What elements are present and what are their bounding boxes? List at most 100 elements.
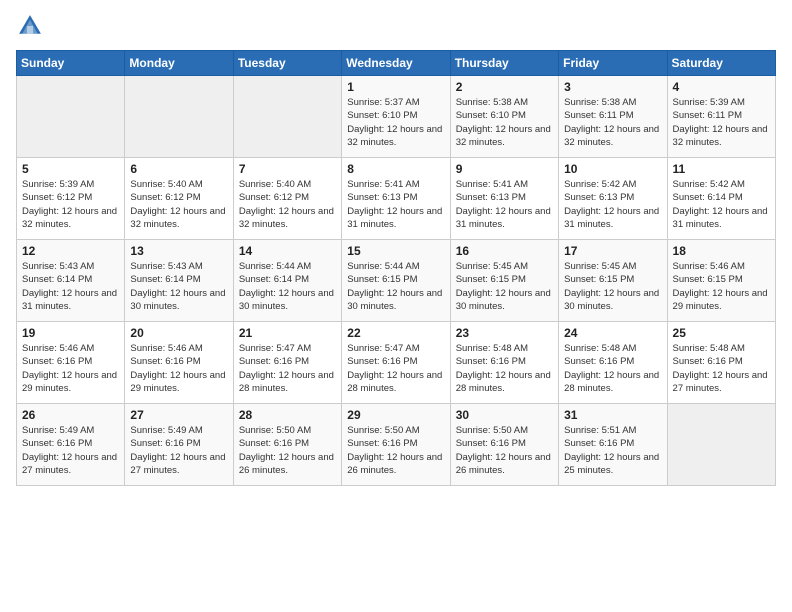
day-number: 31	[564, 408, 661, 422]
day-number: 2	[456, 80, 553, 94]
day-info: Sunrise: 5:45 AM Sunset: 6:15 PM Dayligh…	[564, 260, 661, 313]
day-cell: 21Sunrise: 5:47 AM Sunset: 6:16 PM Dayli…	[233, 322, 341, 404]
week-row-1: 5 Sunrise: 5:39 AM Sunset: 6:12 PM Daylig…	[17, 158, 776, 240]
day-cell: 4 Sunrise: 5:39 AM Sunset: 6:11 PM Daylig…	[667, 76, 775, 158]
header-row: SundayMondayTuesdayWednesdayThursdayFrid…	[17, 51, 776, 76]
day-cell: 25 Sunrise: 5:48 AM Sunset: 6:16 PM Dayli…	[667, 322, 775, 404]
week-row-0: 1 Sunrise: 5:37 AM Sunset: 6:10 PM Daylig…	[17, 76, 776, 158]
day-info: Sunrise: 5:48 AM Sunset: 6:16 PM Dayligh…	[456, 342, 553, 395]
day-number: 25	[673, 326, 770, 340]
day-number: 21	[239, 326, 336, 340]
day-info: Sunrise: 5:44 AM Sunset: 6:15 PM Dayligh…	[347, 260, 444, 313]
day-cell: 9Sunrise: 5:41 AM Sunset: 6:13 PM Daylig…	[450, 158, 558, 240]
day-number: 4	[673, 80, 770, 94]
day-number: 1	[347, 80, 444, 94]
day-info: Sunrise: 5:39 AM Sunset: 6:11 PM Dayligh…	[673, 96, 770, 149]
day-number: 22	[347, 326, 444, 340]
day-cell: 14Sunrise: 5:44 AM Sunset: 6:14 PM Dayli…	[233, 240, 341, 322]
day-cell: 19Sunrise: 5:46 AM Sunset: 6:16 PM Dayli…	[17, 322, 125, 404]
day-number: 5	[22, 162, 119, 176]
day-info: Sunrise: 5:47 AM Sunset: 6:16 PM Dayligh…	[347, 342, 444, 395]
day-info: Sunrise: 5:38 AM Sunset: 6:10 PM Dayligh…	[456, 96, 553, 149]
day-number: 11	[673, 162, 770, 176]
day-info: Sunrise: 5:50 AM Sunset: 6:16 PM Dayligh…	[239, 424, 336, 477]
day-info: Sunrise: 5:51 AM Sunset: 6:16 PM Dayligh…	[564, 424, 661, 477]
week-row-3: 19Sunrise: 5:46 AM Sunset: 6:16 PM Dayli…	[17, 322, 776, 404]
day-info: Sunrise: 5:45 AM Sunset: 6:15 PM Dayligh…	[456, 260, 553, 313]
day-number: 3	[564, 80, 661, 94]
day-info: Sunrise: 5:43 AM Sunset: 6:14 PM Dayligh…	[22, 260, 119, 313]
day-cell: 15 Sunrise: 5:44 AM Sunset: 6:15 PM Dayli…	[342, 240, 450, 322]
day-cell: 22 Sunrise: 5:47 AM Sunset: 6:16 PM Dayli…	[342, 322, 450, 404]
day-number: 26	[22, 408, 119, 422]
day-cell: 20 Sunrise: 5:46 AM Sunset: 6:16 PM Dayli…	[125, 322, 233, 404]
day-info: Sunrise: 5:44 AM Sunset: 6:14 PM Dayligh…	[239, 260, 336, 313]
day-number: 17	[564, 244, 661, 258]
header-cell-wednesday: Wednesday	[342, 51, 450, 76]
header-cell-tuesday: Tuesday	[233, 51, 341, 76]
day-info: Sunrise: 5:38 AM Sunset: 6:11 PM Dayligh…	[564, 96, 661, 149]
day-cell: 29 Sunrise: 5:50 AM Sunset: 6:16 PM Dayli…	[342, 404, 450, 486]
day-cell: 10 Sunrise: 5:42 AM Sunset: 6:13 PM Dayli…	[559, 158, 667, 240]
day-cell	[233, 76, 341, 158]
week-row-2: 12 Sunrise: 5:43 AM Sunset: 6:14 PM Dayli…	[17, 240, 776, 322]
day-number: 24	[564, 326, 661, 340]
day-info: Sunrise: 5:40 AM Sunset: 6:12 PM Dayligh…	[130, 178, 227, 231]
day-cell: 1 Sunrise: 5:37 AM Sunset: 6:10 PM Daylig…	[342, 76, 450, 158]
header	[16, 12, 776, 40]
day-cell: 13 Sunrise: 5:43 AM Sunset: 6:14 PM Dayli…	[125, 240, 233, 322]
day-number: 27	[130, 408, 227, 422]
day-number: 30	[456, 408, 553, 422]
header-cell-thursday: Thursday	[450, 51, 558, 76]
day-info: Sunrise: 5:42 AM Sunset: 6:14 PM Dayligh…	[673, 178, 770, 231]
day-cell	[17, 76, 125, 158]
day-info: Sunrise: 5:46 AM Sunset: 6:16 PM Dayligh…	[22, 342, 119, 395]
day-info: Sunrise: 5:48 AM Sunset: 6:16 PM Dayligh…	[673, 342, 770, 395]
header-cell-monday: Monday	[125, 51, 233, 76]
day-cell: 17 Sunrise: 5:45 AM Sunset: 6:15 PM Dayli…	[559, 240, 667, 322]
day-info: Sunrise: 5:42 AM Sunset: 6:13 PM Dayligh…	[564, 178, 661, 231]
day-info: Sunrise: 5:49 AM Sunset: 6:16 PM Dayligh…	[130, 424, 227, 477]
day-cell: 24Sunrise: 5:48 AM Sunset: 6:16 PM Dayli…	[559, 322, 667, 404]
day-number: 20	[130, 326, 227, 340]
day-number: 10	[564, 162, 661, 176]
day-number: 15	[347, 244, 444, 258]
day-cell: 11 Sunrise: 5:42 AM Sunset: 6:14 PM Dayli…	[667, 158, 775, 240]
day-info: Sunrise: 5:49 AM Sunset: 6:16 PM Dayligh…	[22, 424, 119, 477]
day-cell: 28 Sunrise: 5:50 AM Sunset: 6:16 PM Dayli…	[233, 404, 341, 486]
day-info: Sunrise: 5:37 AM Sunset: 6:10 PM Dayligh…	[347, 96, 444, 149]
day-info: Sunrise: 5:50 AM Sunset: 6:16 PM Dayligh…	[456, 424, 553, 477]
day-cell: 18Sunrise: 5:46 AM Sunset: 6:15 PM Dayli…	[667, 240, 775, 322]
day-cell	[667, 404, 775, 486]
day-number: 29	[347, 408, 444, 422]
day-info: Sunrise: 5:50 AM Sunset: 6:16 PM Dayligh…	[347, 424, 444, 477]
day-info: Sunrise: 5:41 AM Sunset: 6:13 PM Dayligh…	[456, 178, 553, 231]
day-cell: 8 Sunrise: 5:41 AM Sunset: 6:13 PM Daylig…	[342, 158, 450, 240]
day-number: 12	[22, 244, 119, 258]
day-cell: 3 Sunrise: 5:38 AM Sunset: 6:11 PM Daylig…	[559, 76, 667, 158]
day-number: 8	[347, 162, 444, 176]
day-cell: 31 Sunrise: 5:51 AM Sunset: 6:16 PM Dayli…	[559, 404, 667, 486]
day-cell: 30 Sunrise: 5:50 AM Sunset: 6:16 PM Dayli…	[450, 404, 558, 486]
day-number: 13	[130, 244, 227, 258]
day-cell	[125, 76, 233, 158]
day-cell: 2 Sunrise: 5:38 AM Sunset: 6:10 PM Daylig…	[450, 76, 558, 158]
day-number: 23	[456, 326, 553, 340]
logo	[16, 12, 48, 40]
day-cell: 5 Sunrise: 5:39 AM Sunset: 6:12 PM Daylig…	[17, 158, 125, 240]
day-info: Sunrise: 5:43 AM Sunset: 6:14 PM Dayligh…	[130, 260, 227, 313]
week-row-4: 26 Sunrise: 5:49 AM Sunset: 6:16 PM Dayli…	[17, 404, 776, 486]
page: SundayMondayTuesdayWednesdayThursdayFrid…	[0, 0, 792, 612]
header-cell-sunday: Sunday	[17, 51, 125, 76]
day-number: 18	[673, 244, 770, 258]
day-info: Sunrise: 5:41 AM Sunset: 6:13 PM Dayligh…	[347, 178, 444, 231]
day-number: 28	[239, 408, 336, 422]
day-info: Sunrise: 5:46 AM Sunset: 6:16 PM Dayligh…	[130, 342, 227, 395]
day-cell: 12 Sunrise: 5:43 AM Sunset: 6:14 PM Dayli…	[17, 240, 125, 322]
day-number: 7	[239, 162, 336, 176]
day-cell: 27 Sunrise: 5:49 AM Sunset: 6:16 PM Dayli…	[125, 404, 233, 486]
day-info: Sunrise: 5:39 AM Sunset: 6:12 PM Dayligh…	[22, 178, 119, 231]
calendar-table: SundayMondayTuesdayWednesdayThursdayFrid…	[16, 50, 776, 486]
day-cell: 26 Sunrise: 5:49 AM Sunset: 6:16 PM Dayli…	[17, 404, 125, 486]
day-number: 6	[130, 162, 227, 176]
